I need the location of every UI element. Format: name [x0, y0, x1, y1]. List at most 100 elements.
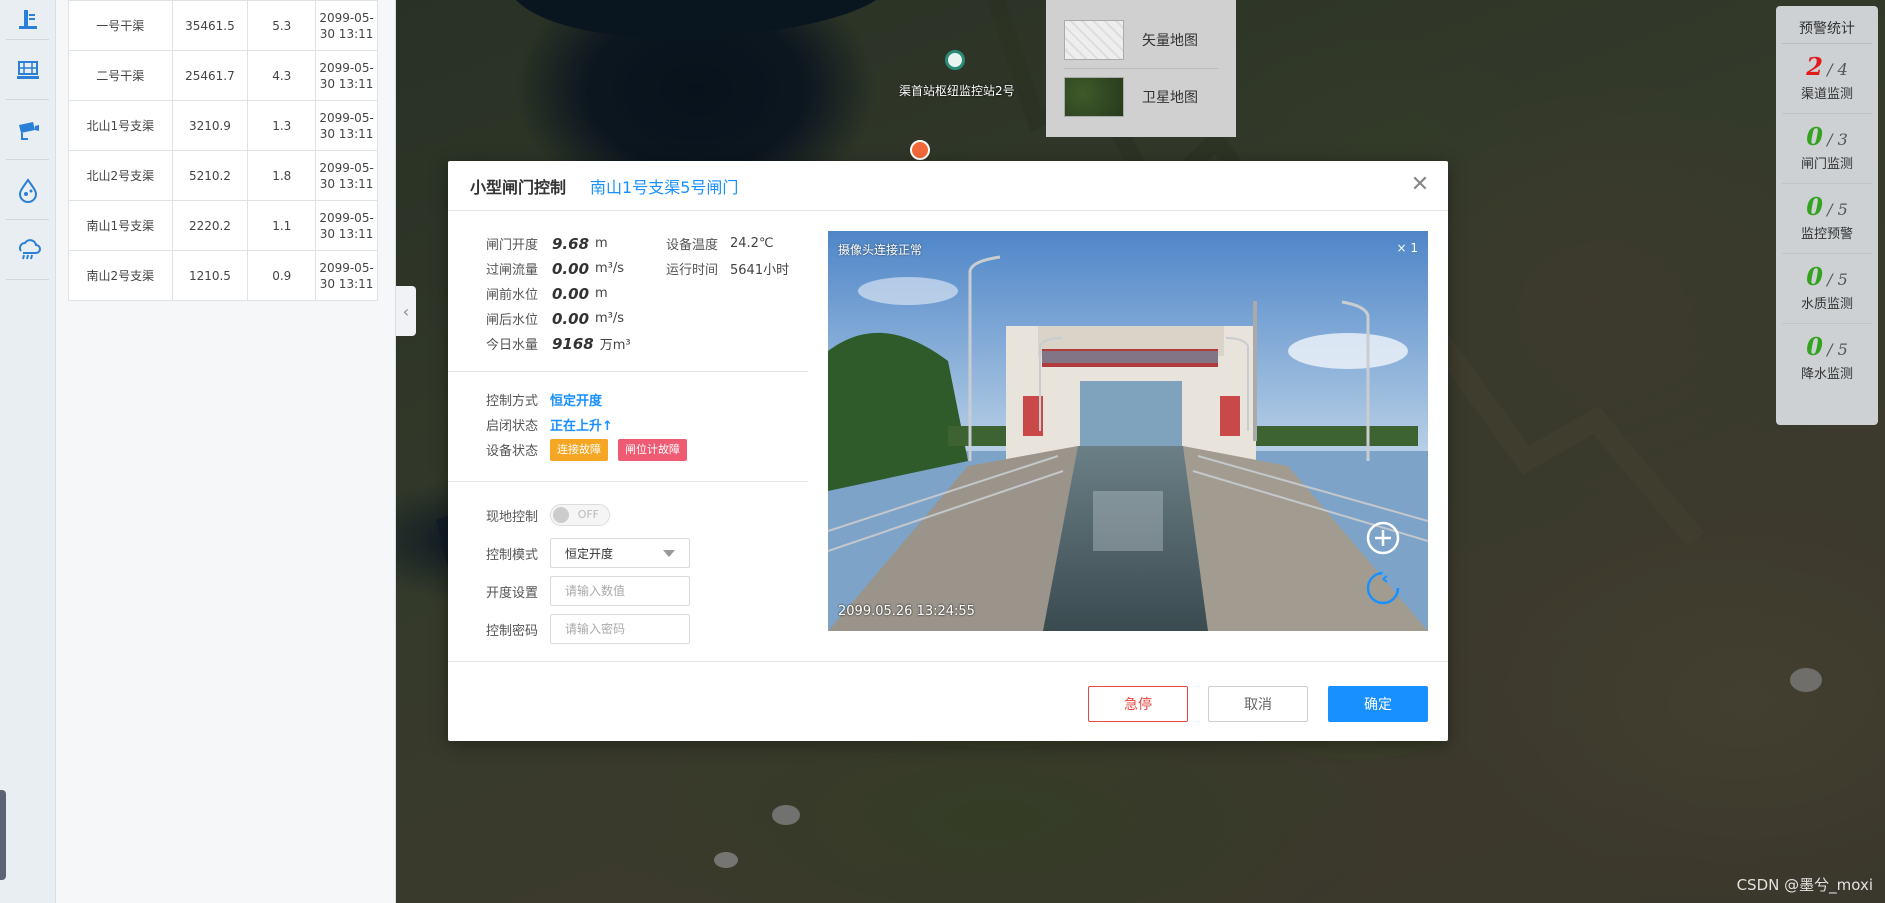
time-cell: 2099-05- 30 13:11 [315, 0, 378, 51]
table-row[interactable]: 北山2号支渠 5210.2 1.8 2099-05- 30 13:11 [68, 150, 378, 201]
confirm-button[interactable]: 确定 [1328, 686, 1428, 722]
device-state-row: 设备状态 连接故障 闸位计故障 [486, 437, 697, 462]
level-cell: 5.3 [247, 0, 317, 51]
table-row[interactable]: 南山1号支渠 2220.2 1.1 2099-05- 30 13:11 [68, 200, 378, 251]
time-date: 2099-05- [319, 10, 374, 25]
gate-meter-fault-badge: 闸位计故障 [618, 438, 687, 461]
time-date: 2099-05- [319, 160, 374, 175]
time-clock: 30 13:11 [319, 126, 374, 141]
warning-stat-item[interactable]: 0 / 3 闸门监测 [1782, 114, 1872, 184]
table-row[interactable]: 南山2号支渠 1210.5 0.9 2099-05- 30 13:11 [68, 250, 378, 301]
stat-value: 9168 [552, 334, 594, 353]
dialog-title: 小型闸门控制 [470, 177, 567, 197]
water-quality-nav-icon[interactable] [6, 160, 49, 220]
edge-handle[interactable] [0, 790, 6, 880]
satellite-map-label: 卫星地图 [1142, 89, 1198, 106]
rainfall-nav-icon[interactable] [6, 220, 49, 280]
select-value: 恒定开度 [565, 546, 614, 561]
time-date: 2099-05- [319, 210, 374, 225]
time-clock: 30 13:11 [319, 176, 374, 191]
control-label: 开度设置 [486, 585, 539, 601]
dialog-body: 闸门开度 9.68 m 过闸流量 0.00 m³/s 闸前水位 0.00 m 闸… [448, 211, 1448, 661]
stat-unit: m³/s [595, 311, 625, 326]
station-marker-icon[interactable] [945, 50, 965, 70]
dialog-subtitle: 南山1号支渠5号闸门 [590, 177, 739, 197]
channel-name-cell: 一号干渠 [68, 0, 173, 51]
level-cell: 1.8 [247, 150, 317, 201]
control-mode-select[interactable]: 恒定开度 [550, 538, 690, 568]
time-clock: 30 13:11 [319, 26, 374, 41]
warning-count: 0 [1806, 192, 1823, 221]
opening-setting-row: 开度设置 [486, 572, 690, 610]
warning-label: 渠道监测 [1800, 87, 1853, 102]
level-cell: 4.3 [247, 50, 317, 101]
vector-map-option[interactable]: 矢量地图 [1064, 12, 1218, 68]
channel-table: 一号干渠 35461.5 5.3 2099-05- 30 13:11 二号干渠 25461.… [68, 0, 378, 301]
stat-unit: m [595, 236, 608, 251]
control-form: 现地控制 OFF 控制模式 恒定开度 开度设置 请输入数值 控制密码 [486, 496, 690, 648]
water-level-nav-icon[interactable] [6, 0, 49, 40]
camera-nav-icon[interactable] [6, 100, 49, 160]
warning-stats-title: 预警统计 [1782, 18, 1872, 44]
control-label: 控制密码 [486, 623, 539, 639]
status-label: 控制方式 [486, 394, 539, 409]
time-clock: 30 13:11 [319, 226, 374, 241]
status-label: 启闭状态 [486, 419, 539, 434]
channel-name-cell: 南山1号支渠 [68, 200, 173, 251]
refresh-icon[interactable] [1366, 571, 1400, 605]
today-volume-row: 今日水量 9168 万m³ [486, 331, 806, 356]
warning-total: / 5 [1827, 200, 1848, 219]
cancel-button[interactable]: 取消 [1208, 686, 1308, 722]
camera-status-text: 摄像头连接正常 [838, 243, 923, 257]
table-row[interactable]: 二号干渠 25461.7 4.3 2099-05- 30 13:11 [68, 50, 378, 101]
time-cell: 2099-05- 30 13:11 [315, 200, 378, 251]
toggle-knob [553, 507, 569, 523]
emergency-stop-button[interactable]: 急停 [1088, 686, 1188, 722]
stat-unit: m³/s [595, 261, 625, 276]
stat-value: 0.00 [552, 284, 590, 303]
stat-value: 0.00 [552, 259, 590, 278]
warning-count-line: 0 / 3 [1782, 122, 1872, 151]
warning-stat-item[interactable]: 0 / 5 降水监测 [1782, 324, 1872, 394]
level-cell: 1.1 [247, 200, 317, 251]
warning-stat-item[interactable]: 0 / 5 监控预警 [1782, 184, 1872, 254]
gate-control-dialog: 小型闸门控制 南山1号支渠5号闸门 ✕ 闸门开度 9.68 m 过闸流量 0.0… [448, 161, 1448, 741]
status-block: 控制方式 恒定开度 启闭状态 正在上升↑ 设备状态 连接故障 闸位计故障 [486, 387, 697, 462]
gate-camera-image [828, 231, 1428, 631]
password-input[interactable] [550, 614, 690, 644]
time-cell: 2099-05- 30 13:11 [315, 100, 378, 151]
warning-label: 闸门监测 [1800, 157, 1853, 172]
divider [448, 481, 808, 482]
table-row[interactable]: 北山1号支渠 3210.9 1.3 2099-05- 30 13:11 [68, 100, 378, 151]
warning-total: / 5 [1827, 340, 1848, 359]
warning-count-line: 0 / 5 [1782, 332, 1872, 361]
stat-label: 设备温度 [666, 238, 719, 253]
warning-label: 降水监测 [1800, 367, 1853, 382]
warning-count-line: 2 / 4 [1782, 52, 1872, 81]
camera-video[interactable]: 摄像头连接正常 × 1 2099.05.26 13:24:55 [828, 231, 1428, 631]
stat-unit: 万m³ [599, 338, 631, 353]
close-icon[interactable]: ✕ [1410, 174, 1430, 196]
warning-stat-item[interactable]: 0 / 5 水质监测 [1782, 254, 1872, 324]
control-label: 现地控制 [486, 509, 539, 525]
channel-table-panel: 一号干渠 35461.5 5.3 2099-05- 30 13:11 二号干渠 25461.… [56, 0, 396, 903]
stat-label: 闸前水位 [486, 288, 539, 303]
local-control-toggle[interactable]: OFF [550, 504, 610, 526]
device-stats: 设备温度 24.2℃ 运行时间 5641小时 [666, 231, 789, 281]
gate-nav-icon[interactable] [6, 40, 49, 100]
zoom-in-icon[interactable] [1366, 521, 1400, 555]
level-cell: 0.9 [247, 250, 317, 301]
flow-cell: 2220.2 [171, 200, 249, 251]
collapse-panel-button[interactable]: ‹ [396, 286, 416, 336]
stat-value: 0.00 [552, 309, 590, 328]
toggle-text: OFF [577, 508, 599, 521]
satellite-map-thumbnail [1064, 76, 1124, 117]
gate-marker-icon[interactable] [910, 140, 930, 160]
stat-value: 5641小时 [730, 263, 790, 278]
satellite-map-option[interactable]: 卫星地图 [1064, 68, 1218, 124]
opening-input[interactable] [550, 576, 690, 606]
flow-cell: 35461.5 [171, 0, 249, 51]
warning-stat-item[interactable]: 2 / 4 渠道监测 [1782, 44, 1872, 114]
time-cell: 2099-05- 30 13:11 [315, 50, 378, 101]
table-row[interactable]: 一号干渠 35461.5 5.3 2099-05- 30 13:11 [68, 0, 378, 51]
